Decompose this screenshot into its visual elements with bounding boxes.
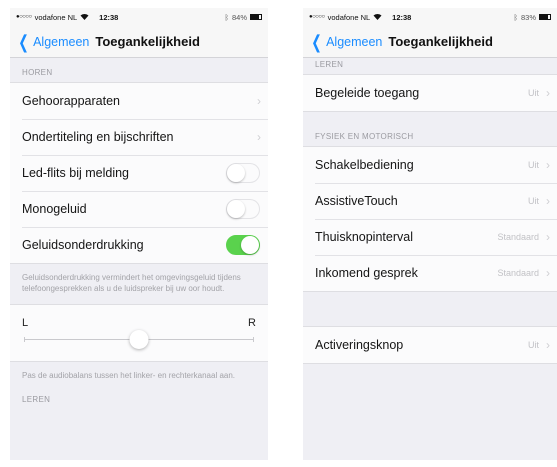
row-value: Standaard: [497, 232, 539, 242]
row-label: Ondertiteling en bijschriften: [22, 130, 174, 144]
chevron-right-icon: ›: [546, 194, 550, 208]
chevron-right-icon: ›: [546, 266, 550, 280]
hearing-group: Gehoorapparaten › Ondertiteling en bijsc…: [10, 82, 268, 264]
bluetooth-icon: ᛒ: [224, 12, 229, 22]
row-value: Standaard: [497, 268, 539, 278]
balance-right-label: R: [248, 317, 256, 329]
noise-cancellation-note: Geluidsonderdrukking vermindert het omge…: [22, 273, 241, 293]
row-accessibility-shortcut[interactable]: Activeringsknop Uit ›: [303, 327, 557, 363]
physical-group: Schakelbediening Uit › AssistiveTouch Ui…: [303, 146, 557, 292]
battery-percent: 84%: [231, 12, 247, 22]
toggle-knob: [241, 236, 259, 254]
section-header-physical: FYSIEK EN MOTORISCH: [315, 132, 414, 141]
back-label: Algemeen: [33, 34, 90, 49]
chevron-right-icon: ›: [257, 94, 261, 108]
status-bar: ●○○○○ vodafone NL 12:38 ᛒ 83%: [303, 8, 557, 26]
page-title: Toegankelijkheid: [388, 34, 493, 49]
learning-group: Begeleide toegang Uit ›: [303, 74, 557, 112]
signal-icon: ●○○○○: [309, 14, 325, 20]
row-value: Uit: [528, 160, 539, 170]
carrier-name: vodafone NL: [34, 12, 78, 22]
section-header-learning: LEREN: [22, 395, 51, 404]
signal-icon: ●○○○○: [16, 14, 32, 20]
row-label: Activeringsknop: [315, 338, 404, 352]
chevron-right-icon: ›: [546, 338, 550, 352]
chevron-left-icon: ❮: [311, 31, 322, 52]
row-label: Monogeluid: [22, 202, 87, 216]
section-header-learning: LEREN: [315, 60, 344, 69]
row-value: Uit: [528, 340, 539, 350]
row-label: Schakelbediening: [315, 158, 414, 172]
row-guided-access[interactable]: Begeleide toegang Uit ›: [303, 75, 557, 111]
balance-slider-track[interactable]: [24, 330, 254, 349]
noise-cancellation-toggle[interactable]: [226, 235, 260, 255]
chevron-right-icon: ›: [546, 158, 550, 172]
row-value: Uit: [528, 88, 539, 98]
row-led-flash: Led-flits bij melding: [10, 155, 268, 191]
back-button[interactable]: ❮ Algemeen: [16, 33, 89, 51]
wifi-icon: [373, 13, 382, 22]
wifi-icon: [80, 13, 89, 22]
status-time: 12:38: [392, 12, 412, 22]
chevron-right-icon: ›: [257, 130, 261, 144]
page-title: Toegankelijkheid: [95, 34, 200, 49]
row-mono-audio: Monogeluid: [10, 191, 268, 227]
balance-group: L R: [10, 304, 268, 362]
chevron-right-icon: ›: [546, 230, 550, 244]
row-label: Gehoorapparaten: [22, 94, 120, 108]
row-label: Led-flits bij melding: [22, 166, 129, 180]
row-label: AssistiveTouch: [315, 194, 398, 208]
activation-group: Activeringsknop Uit ›: [303, 326, 557, 364]
row-label: Thuisknopinterval: [315, 230, 413, 244]
row-label: Geluidsonderdrukking: [22, 238, 144, 252]
balance-note: Pas de audiobalans tussen het linker- en…: [22, 371, 236, 380]
status-time: 12:38: [99, 12, 119, 22]
right-screen: ●○○○○ vodafone NL 12:38 ᛒ 83% ❮ Algemeen…: [303, 8, 557, 460]
row-incoming-call[interactable]: Inkomend gesprek Standaard ›: [303, 255, 557, 291]
row-value: Uit: [528, 196, 539, 206]
led-flash-toggle[interactable]: [226, 163, 260, 183]
bluetooth-icon: ᛒ: [513, 12, 518, 22]
row-hearing-aids[interactable]: Gehoorapparaten ›: [10, 83, 268, 119]
back-label: Algemeen: [326, 34, 383, 49]
balance-slider-thumb[interactable]: [129, 330, 149, 349]
row-noise-cancellation: Geluidsonderdrukking: [10, 227, 268, 263]
mono-audio-toggle[interactable]: [226, 199, 260, 219]
row-switch-control[interactable]: Schakelbediening Uit ›: [303, 147, 557, 183]
left-screen: ●○○○○ vodafone NL 12:38 ᛒ 84% ❮ Algemeen…: [10, 8, 268, 460]
row-assistive-touch[interactable]: AssistiveTouch Uit ›: [303, 183, 557, 219]
back-button[interactable]: ❮ Algemeen: [309, 33, 382, 51]
chevron-right-icon: ›: [546, 86, 550, 100]
battery-icon: [539, 14, 551, 20]
row-label: Inkomend gesprek: [315, 266, 418, 280]
carrier-name: vodafone NL: [327, 12, 371, 22]
balance-left-label: L: [22, 317, 29, 329]
row-subtitles[interactable]: Ondertiteling en bijschriften ›: [10, 119, 268, 155]
battery-icon: [250, 14, 262, 20]
navigation-bar: ❮ Algemeen Toegankelijkheid: [303, 26, 557, 58]
navigation-bar: ❮ Algemeen Toegankelijkheid: [10, 26, 268, 58]
toggle-knob: [227, 164, 245, 182]
status-bar: ●○○○○ vodafone NL 12:38 ᛒ 84%: [10, 8, 268, 26]
battery-percent: 83%: [520, 12, 536, 22]
chevron-left-icon: ❮: [18, 31, 29, 52]
toggle-knob: [227, 200, 245, 218]
row-label: Begeleide toegang: [315, 86, 420, 100]
section-header-hearing: HOREN: [22, 68, 53, 77]
row-home-click-speed[interactable]: Thuisknopinterval Standaard ›: [303, 219, 557, 255]
